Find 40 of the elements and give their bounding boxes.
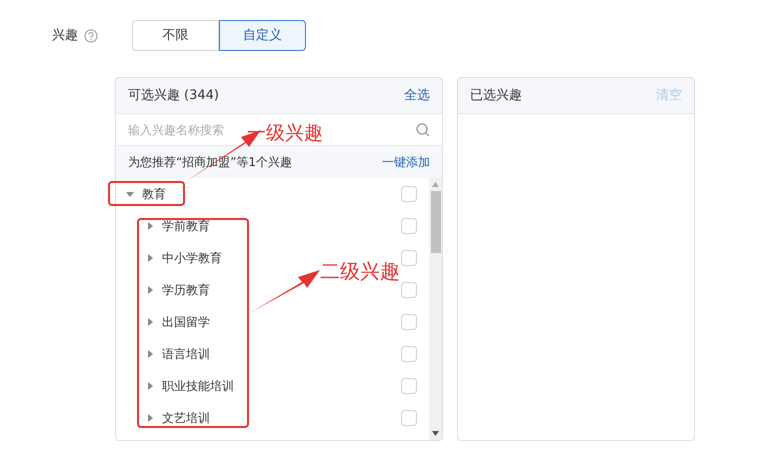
field-label: 兴趣 bbox=[52, 26, 78, 45]
scrollbar-thumb[interactable] bbox=[430, 191, 440, 253]
checkbox[interactable] bbox=[401, 186, 417, 202]
caret-icon[interactable] bbox=[146, 350, 154, 358]
checkbox[interactable] bbox=[401, 314, 417, 330]
tree-item[interactable]: 文艺培训 bbox=[162, 409, 210, 427]
checkbox[interactable] bbox=[401, 250, 417, 266]
annotation-label: 二级兴趣 bbox=[320, 258, 400, 285]
caret-icon[interactable] bbox=[146, 254, 154, 262]
scroll-down-icon[interactable] bbox=[432, 431, 439, 436]
panel-title: 可选兴趣 bbox=[128, 86, 180, 105]
search-icon[interactable] bbox=[416, 122, 430, 136]
tree-item[interactable]: 学历教育 bbox=[162, 281, 210, 299]
tree-item[interactable]: 中小学教育 bbox=[162, 249, 222, 267]
count: (344) bbox=[184, 86, 219, 105]
caret-icon[interactable] bbox=[146, 318, 154, 326]
tree-item[interactable]: 职业技能培训 bbox=[162, 377, 234, 395]
tree-item[interactable]: 学前教育 bbox=[162, 217, 210, 235]
caret-icon[interactable] bbox=[126, 190, 134, 198]
caret-icon[interactable] bbox=[146, 286, 154, 294]
checkbox[interactable] bbox=[401, 218, 417, 234]
caret-icon[interactable] bbox=[146, 222, 154, 230]
caret-icon[interactable] bbox=[146, 414, 154, 422]
tree-item[interactable]: 出国留学 bbox=[162, 313, 210, 331]
help-icon[interactable] bbox=[84, 28, 98, 42]
add-all-link[interactable]: 一键添加 bbox=[382, 153, 430, 171]
segment-tab[interactable]: 自定义 bbox=[219, 20, 306, 51]
caret-icon[interactable] bbox=[146, 382, 154, 390]
checkbox[interactable] bbox=[401, 410, 417, 426]
checkbox[interactable] bbox=[401, 346, 417, 362]
tree-item[interactable]: 语言培训 bbox=[162, 345, 210, 363]
scroll-up-icon[interactable] bbox=[432, 182, 439, 187]
scrollbar[interactable] bbox=[429, 178, 442, 440]
tree-item[interactable]: 教育 bbox=[142, 185, 166, 203]
checkbox[interactable] bbox=[401, 282, 417, 298]
select-all-link[interactable]: 全选 bbox=[404, 86, 430, 106]
segment-tab[interactable]: 不限 bbox=[132, 20, 219, 51]
search-field[interactable]: 输入兴趣名称搜索 bbox=[128, 120, 240, 138]
checkbox[interactable] bbox=[401, 378, 417, 394]
panel-title: 已选兴趣 bbox=[470, 86, 522, 105]
